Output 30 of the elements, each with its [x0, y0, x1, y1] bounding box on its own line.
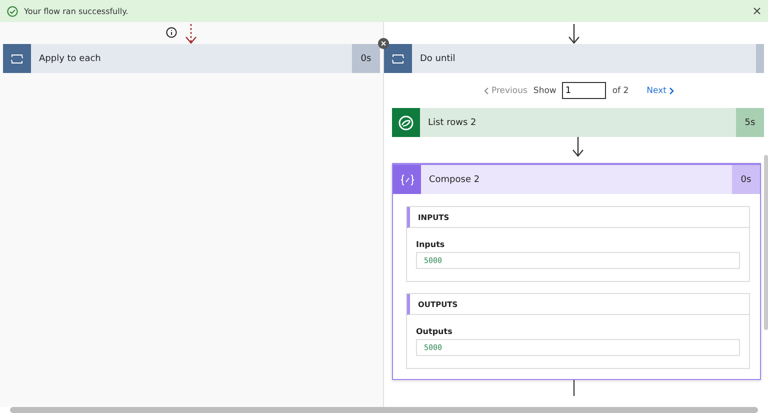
duration-label: 5s: [736, 108, 764, 137]
next-button[interactable]: Next: [646, 86, 674, 96]
show-label: Show: [533, 86, 556, 96]
duration-label: 0s: [732, 165, 760, 194]
braces-icon: [400, 174, 414, 186]
swirl-icon: [398, 114, 414, 130]
success-check-icon: [7, 6, 18, 16]
duration-label: 0s: [352, 44, 380, 73]
page-input[interactable]: 1: [562, 82, 606, 99]
loop-icon: [11, 54, 23, 64]
field-label: Inputs: [416, 240, 446, 249]
scrollbar[interactable]: [10, 407, 758, 413]
connector-line: [573, 380, 575, 396]
close-button[interactable]: [378, 38, 389, 49]
banner-message: Your flow ran successfully.: [24, 6, 130, 16]
dashed-arrow: [185, 24, 197, 44]
down-arrow: [568, 24, 580, 44]
action-title[interactable]: List rows 2: [420, 118, 736, 128]
close-icon: [381, 41, 386, 46]
loop-icon: [392, 54, 404, 64]
close-icon[interactable]: [753, 7, 761, 15]
field-label: Outputs: [416, 327, 454, 336]
scrollbar[interactable]: [764, 155, 768, 330]
page-count: of 2: [612, 86, 629, 96]
down-arrow: [572, 137, 584, 157]
action-title[interactable]: Compose 2: [421, 174, 732, 184]
info-icon[interactable]: [166, 27, 177, 38]
chevron-left-icon: [484, 86, 488, 94]
chevron-right-icon: [669, 86, 674, 94]
action-title[interactable]: Apply to each: [31, 54, 352, 64]
